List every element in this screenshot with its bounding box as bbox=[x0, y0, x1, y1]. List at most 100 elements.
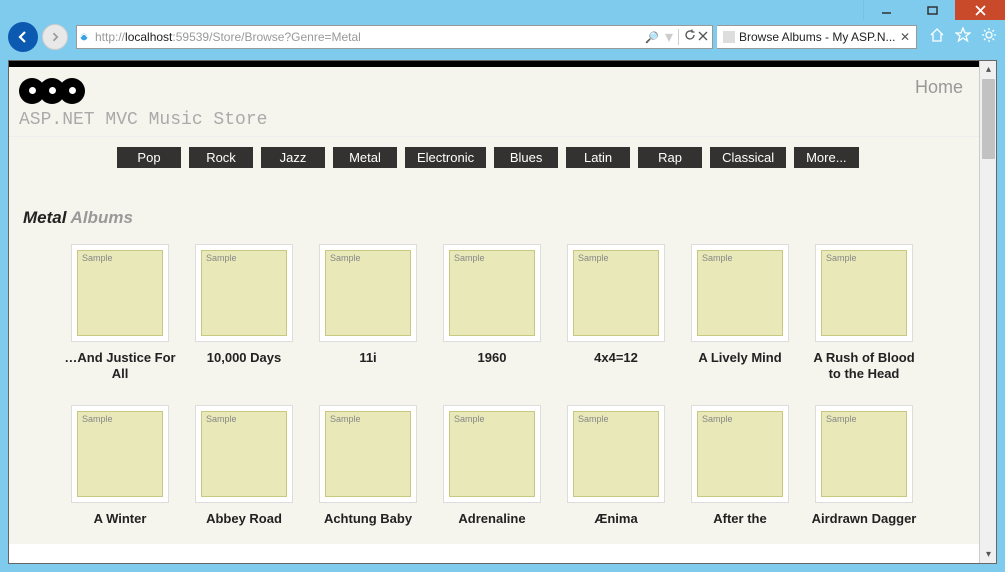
genre-link-electronic[interactable]: Electronic bbox=[405, 147, 486, 168]
genre-link-latin[interactable]: Latin bbox=[566, 147, 630, 168]
placeholder-image: Sample bbox=[77, 411, 163, 497]
sample-label: Sample bbox=[702, 414, 733, 424]
placeholder-image: Sample bbox=[821, 411, 907, 497]
album-card[interactable]: Sample Abbey Road bbox=[187, 405, 301, 528]
album-title: Adrenaline bbox=[435, 511, 549, 527]
album-card[interactable]: Sample A Rush of Blood to the Head bbox=[807, 244, 921, 383]
album-card[interactable]: Sample A Winter Symphony bbox=[63, 405, 177, 528]
album-card[interactable]: SampleÆnima bbox=[559, 405, 673, 528]
sample-label: Sample bbox=[330, 253, 361, 263]
browser-toolbar: http://localhost:59539/Store/Browse?Genr… bbox=[0, 22, 1005, 60]
toolbar-right-icons bbox=[929, 27, 997, 48]
heading-genre: Metal bbox=[23, 208, 66, 227]
site-logo[interactable] bbox=[19, 78, 267, 104]
album-card[interactable]: Sample Airdrawn Dagger bbox=[807, 405, 921, 528]
album-card[interactable]: Sample Achtung Baby bbox=[311, 405, 425, 528]
genre-link-metal[interactable]: Metal bbox=[333, 147, 397, 168]
scroll-thumb[interactable] bbox=[982, 79, 995, 159]
window-maximize-button[interactable] bbox=[909, 0, 955, 20]
album-cover: Sample bbox=[319, 405, 417, 503]
window-titlebar bbox=[0, 0, 1005, 22]
sample-label: Sample bbox=[206, 414, 237, 424]
scroll-down-icon[interactable]: ▾ bbox=[980, 546, 997, 563]
album-title: 1960 bbox=[435, 350, 549, 366]
album-cover: Sample bbox=[71, 405, 169, 503]
album-cover: Sample bbox=[443, 244, 541, 342]
site-brand: ASP.NET MVC Music Store bbox=[19, 110, 267, 130]
page-heading: Metal Albums bbox=[19, 190, 969, 240]
genre-link-rap[interactable]: Rap bbox=[638, 147, 702, 168]
genre-link-more[interactable]: More... bbox=[794, 147, 858, 168]
album-card[interactable]: Sample Adrenaline bbox=[435, 405, 549, 528]
album-title: After the Goldrush bbox=[683, 511, 797, 528]
placeholder-image: Sample bbox=[77, 250, 163, 336]
browser-tab[interactable]: Browse Albums - My ASP.N... ✕ bbox=[717, 25, 917, 49]
album-card[interactable]: Sample11i bbox=[311, 244, 425, 383]
album-title: A Lively Mind bbox=[683, 350, 797, 366]
placeholder-image: Sample bbox=[449, 411, 535, 497]
window: http://localhost:59539/Store/Browse?Genr… bbox=[0, 0, 1005, 572]
site-header: ASP.NET MVC Music Store Home bbox=[9, 67, 979, 137]
favorites-icon[interactable] bbox=[955, 27, 971, 48]
album-cover: Sample bbox=[567, 405, 665, 503]
album-title: Airdrawn Dagger bbox=[807, 511, 921, 527]
album-card[interactable]: Sample …And Justice For All bbox=[63, 244, 177, 383]
genre-link-blues[interactable]: Blues bbox=[494, 147, 558, 168]
album-title: A Winter Symphony bbox=[63, 511, 177, 528]
genre-link-jazz[interactable]: Jazz bbox=[261, 147, 325, 168]
placeholder-image: Sample bbox=[573, 250, 659, 336]
placeholder-image: Sample bbox=[697, 411, 783, 497]
sample-label: Sample bbox=[702, 253, 733, 263]
scroll-up-icon[interactable]: ▴ bbox=[980, 61, 997, 78]
nav-forward-button[interactable] bbox=[42, 24, 68, 50]
genre-link-pop[interactable]: Pop bbox=[117, 147, 181, 168]
url-host: localhost bbox=[125, 30, 172, 44]
sample-label: Sample bbox=[82, 253, 113, 263]
sample-label: Sample bbox=[826, 253, 857, 263]
nav-back-button[interactable] bbox=[8, 22, 38, 52]
album-cover: Sample bbox=[567, 244, 665, 342]
genre-link-rock[interactable]: Rock bbox=[189, 147, 253, 168]
placeholder-image: Sample bbox=[325, 250, 411, 336]
address-url: http://localhost:59539/Store/Browse?Genr… bbox=[91, 30, 641, 44]
album-card[interactable]: Sample 4x4=12 bbox=[559, 244, 673, 383]
album-card[interactable]: Sample A Lively Mind bbox=[683, 244, 797, 383]
album-card[interactable]: Sample 1960 bbox=[435, 244, 549, 383]
album-card[interactable]: Sample After the Goldrush bbox=[683, 405, 797, 528]
placeholder-image: Sample bbox=[201, 250, 287, 336]
genre-link-classical[interactable]: Classical bbox=[710, 147, 786, 168]
search-icon[interactable]: 🔎 bbox=[645, 31, 663, 44]
album-cover: Sample bbox=[71, 244, 169, 342]
placeholder-image: Sample bbox=[573, 411, 659, 497]
album-title: Abbey Road bbox=[187, 511, 301, 527]
nav-home-link[interactable]: Home bbox=[915, 77, 963, 98]
url-port: :59539 bbox=[172, 30, 209, 44]
sample-label: Sample bbox=[578, 253, 609, 263]
ie-favicon bbox=[77, 31, 91, 43]
album-card[interactable]: Sample 10,000 Days bbox=[187, 244, 301, 383]
window-close-button[interactable] bbox=[955, 0, 1005, 20]
address-bar[interactable]: http://localhost:59539/Store/Browse?Genr… bbox=[76, 25, 713, 49]
sample-label: Sample bbox=[578, 414, 609, 424]
album-title: Achtung Baby bbox=[311, 511, 425, 527]
tools-icon[interactable] bbox=[981, 27, 997, 48]
window-minimize-button[interactable] bbox=[863, 0, 909, 20]
home-icon[interactable] bbox=[929, 27, 945, 48]
stop-icon[interactable] bbox=[698, 28, 708, 46]
album-title: 4x4=12 bbox=[559, 350, 673, 366]
refresh-icon[interactable] bbox=[684, 28, 696, 46]
url-path: /Store/Browse?Genre=Metal bbox=[209, 30, 361, 44]
album-title: …And Justice For All bbox=[63, 350, 177, 383]
tab-close-icon[interactable]: ✕ bbox=[900, 30, 910, 44]
genre-nav: Pop Rock Jazz Metal Electronic Blues Latin Rap C… bbox=[9, 137, 979, 184]
url-scheme: http:// bbox=[95, 30, 125, 44]
sample-label: Sample bbox=[454, 253, 485, 263]
album-cover: Sample bbox=[691, 405, 789, 503]
album-title: 10,000 Days bbox=[187, 350, 301, 366]
sample-label: Sample bbox=[206, 253, 237, 263]
scrollbar[interactable]: ▴ ▾ bbox=[979, 61, 996, 563]
album-title: A Rush of Blood to the Head bbox=[807, 350, 921, 383]
album-cover: Sample bbox=[691, 244, 789, 342]
album-cover: Sample bbox=[195, 405, 293, 503]
album-cover: Sample bbox=[815, 244, 913, 342]
